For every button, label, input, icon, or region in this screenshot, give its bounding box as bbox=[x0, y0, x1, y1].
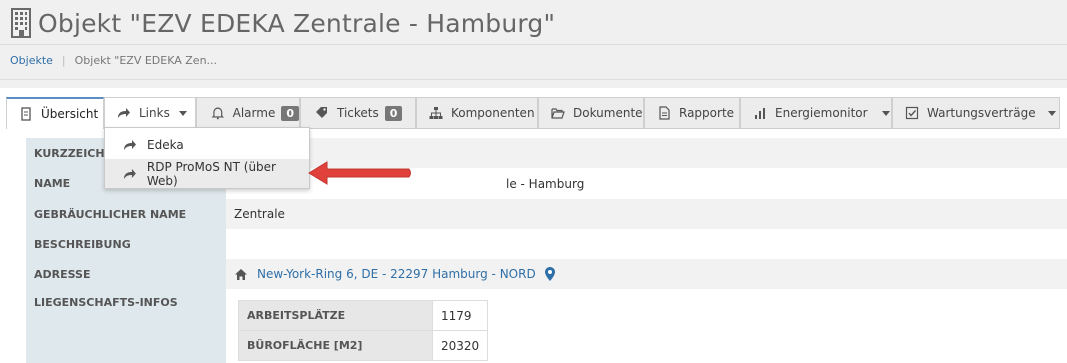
alarm-count-badge: 0 bbox=[281, 105, 299, 121]
tab-label: Links bbox=[139, 106, 170, 120]
detail-value bbox=[226, 229, 1067, 259]
divider bbox=[0, 79, 1067, 80]
tab-komponenten[interactable]: Komponenten bbox=[416, 97, 538, 128]
breadcrumb-link-objekte[interactable]: Objekte bbox=[10, 54, 53, 67]
share-arrow-icon bbox=[124, 139, 136, 150]
detail-label: BESCHREIBUNG bbox=[26, 229, 226, 259]
tab-label: Komponenten bbox=[451, 106, 535, 120]
file-text-icon bbox=[659, 106, 670, 120]
tab-links[interactable]: Links bbox=[104, 97, 196, 128]
tab-label: Rapporte bbox=[679, 106, 735, 120]
tab-rapporte[interactable]: Rapporte bbox=[644, 97, 740, 128]
bell-icon bbox=[211, 107, 225, 120]
building-icon bbox=[11, 8, 31, 38]
check-square-icon bbox=[905, 106, 919, 120]
share-arrow-icon bbox=[123, 168, 136, 179]
tab-wartungsvertraege[interactable]: Wartungsverträge bbox=[892, 97, 1060, 128]
detail-value-address: New-York-Ring 6, DE - 22297 Hamburg - NO… bbox=[226, 259, 1067, 289]
document-icon bbox=[21, 107, 31, 121]
detail-row-adresse: ADRESSE New-York-Ring 6, DE - 22297 Hamb… bbox=[26, 259, 1067, 289]
tag-icon bbox=[316, 107, 327, 118]
detail-row-liegenschafts-infos: LIEGENSCHAFTS-INFOS bbox=[26, 289, 1067, 363]
folder-open-icon bbox=[551, 108, 565, 119]
table-cell-label: BÜROFLÄCHE [M2] bbox=[238, 330, 433, 361]
page-header: Objekt "EZV EDEKA Zentrale - Hamburg" Ob… bbox=[0, 0, 1067, 88]
table-cell-label: ARBEITSPLÄTZE bbox=[238, 300, 433, 331]
divider bbox=[0, 44, 1067, 45]
table-row: ARBEITSPLÄTZE 1179 bbox=[238, 300, 489, 331]
ticket-count-badge: 0 bbox=[384, 105, 403, 121]
tab-dokumente[interactable]: Dokumente bbox=[538, 97, 644, 128]
tab-label: Tickets bbox=[337, 106, 379, 120]
tab-bar: Übersicht Links Alarme 0 Tickets 0 Kompo… bbox=[6, 97, 1060, 129]
detail-row-beschreibung: BESCHREIBUNG bbox=[26, 229, 1067, 259]
table-row: BÜROFLÄCHE [M2] 20320 bbox=[238, 330, 489, 361]
share-arrow-icon bbox=[118, 108, 130, 118]
menu-item-label: Edeka bbox=[147, 137, 184, 152]
tab-energiemonitor[interactable]: Energiemonitor bbox=[740, 97, 892, 128]
detail-label: ADRESSE bbox=[26, 259, 226, 289]
address-link[interactable]: New-York-Ring 6, DE - 22297 Hamburg - NO… bbox=[257, 267, 536, 281]
detail-value: Zentrale bbox=[226, 199, 1067, 229]
page-title: Objekt "EZV EDEKA Zentrale - Hamburg" bbox=[10, 6, 555, 40]
menu-item-edeka[interactable]: Edeka bbox=[105, 130, 309, 159]
detail-label: LIEGENSCHAFTS-INFOS bbox=[26, 289, 226, 363]
annotation-arrow-icon bbox=[308, 161, 411, 185]
page-title-text: Objekt "EZV EDEKA Zentrale - Hamburg" bbox=[38, 8, 556, 38]
menu-item-label: RDP ProMoS NT (über Web) bbox=[146, 159, 276, 188]
menu-item-rdp-promos[interactable]: RDP ProMoS NT (über Web) bbox=[105, 159, 309, 188]
tab-label: Dokumente bbox=[573, 106, 643, 120]
tab-tickets[interactable]: Tickets 0 bbox=[300, 97, 416, 128]
sitemap-icon bbox=[429, 107, 443, 119]
breadcrumb: Objekte | Objekt "EZV EDEKA Zen... bbox=[10, 54, 217, 67]
table-cell-value: 20320 bbox=[431, 330, 489, 361]
chevron-down-icon bbox=[1047, 110, 1056, 116]
links-dropdown-menu: Edeka RDP ProMoS NT (über Web) bbox=[104, 127, 310, 189]
breadcrumb-current: Objekt "EZV EDEKA Zen... bbox=[74, 54, 218, 67]
detail-label: GEBRÄUCHLICHER NAME bbox=[26, 199, 226, 229]
table-cell-value: 1179 bbox=[431, 300, 489, 331]
detail-row-gebraeuchlicher-name: GEBRÄUCHLICHER NAME Zentrale bbox=[26, 199, 1067, 229]
tab-alarme[interactable]: Alarme 0 bbox=[196, 97, 300, 128]
bar-chart-icon bbox=[755, 108, 765, 119]
liegenschaft-table: ARBEITSPLÄTZE 1179 BÜROFLÄCHE [M2] 20320 bbox=[238, 300, 489, 361]
chevron-down-icon bbox=[881, 110, 890, 116]
tab-label: Wartungsverträge bbox=[927, 106, 1036, 120]
tab-label: Energiemonitor bbox=[775, 106, 868, 120]
home-icon bbox=[235, 268, 247, 280]
map-marker-icon[interactable] bbox=[544, 267, 555, 281]
tab-label: Alarme bbox=[232, 106, 276, 120]
chevron-down-icon bbox=[178, 110, 187, 116]
breadcrumb-separator: | bbox=[61, 54, 66, 67]
tab-label: Übersicht bbox=[41, 107, 99, 121]
tab-uebersicht[interactable]: Übersicht bbox=[6, 97, 104, 129]
